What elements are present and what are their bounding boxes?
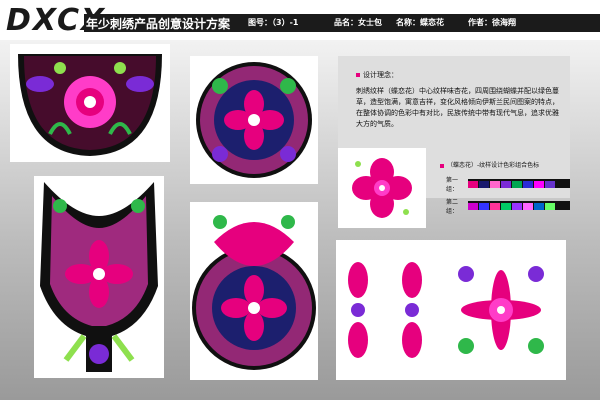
swatch-2-7	[534, 202, 544, 210]
swatch-2-4	[501, 202, 511, 210]
swatch-1-8	[545, 180, 555, 188]
swatch-2-2	[479, 202, 489, 210]
swatch-1-2	[479, 180, 489, 188]
panel-flower	[338, 148, 426, 228]
palette-group-2	[468, 202, 556, 210]
palette-row-1: 第一组：	[446, 177, 556, 193]
figure-number: 图号：（3）-1	[248, 18, 299, 27]
palette-group-1	[468, 180, 556, 188]
palette-row-2: 第二组：	[446, 199, 556, 215]
panel-collar	[10, 44, 170, 162]
swatch-2-8	[545, 202, 555, 210]
concept-body: 刺绣纹样（蝶恋花）中心纹样味杏花，四周围绕蝴蝶并配以绿色蔓草，造型饱满，寓意吉祥…	[356, 87, 559, 128]
medallion-top-embroidery	[192, 215, 316, 370]
author: 作者：徐海翔	[468, 18, 516, 27]
project-title: 年少刺绣产品创意设计方案	[86, 17, 231, 31]
swatch-1-3	[490, 180, 500, 188]
product-name: 品名：女士包	[334, 18, 382, 27]
swatch-2-6	[523, 202, 533, 210]
panel-medallion-top	[190, 202, 318, 380]
swatch-1-6	[523, 180, 533, 188]
concept-heading: 设计理念：	[356, 70, 398, 80]
title-bar: 年少刺绣产品创意设计方案 图号：（3）-1 品名：女士包 名称：蝶恋花 作者：徐…	[84, 14, 600, 32]
header: DXCX 年少刺绣产品创意设计方案 图号：（3）-1 品名：女士包 名称：蝶恋花…	[0, 0, 600, 40]
palette-row-1-label: 第一组：	[446, 177, 459, 193]
pattern-name: 名称：蝶恋花	[396, 18, 444, 27]
collar-embroidery	[18, 54, 162, 156]
design-board: DXCX 年少刺绣产品创意设计方案 图号：（3）-1 品名：女士包 名称：蝶恋花…	[0, 0, 600, 400]
border-motifs	[348, 262, 544, 358]
swatch-2-3	[490, 202, 500, 210]
panel-medallion-round	[190, 56, 318, 184]
flower-motif	[352, 158, 412, 218]
swatch-2-5	[512, 202, 522, 210]
swatch-1-1	[468, 180, 478, 188]
round-medallion-embroidery	[196, 62, 312, 178]
swatch-2-1	[468, 202, 478, 210]
swatch-1-5	[512, 180, 522, 188]
palette-title: （蝶恋花）-纹样设计色彩组合色标	[440, 160, 539, 169]
swatch-1-4	[501, 180, 511, 188]
swatch-1-7	[534, 180, 544, 188]
panel-border-motifs	[336, 240, 566, 380]
palette-row-2-label: 第二组：	[446, 199, 459, 215]
panel-bib	[34, 176, 164, 378]
bib-embroidery	[40, 182, 158, 372]
